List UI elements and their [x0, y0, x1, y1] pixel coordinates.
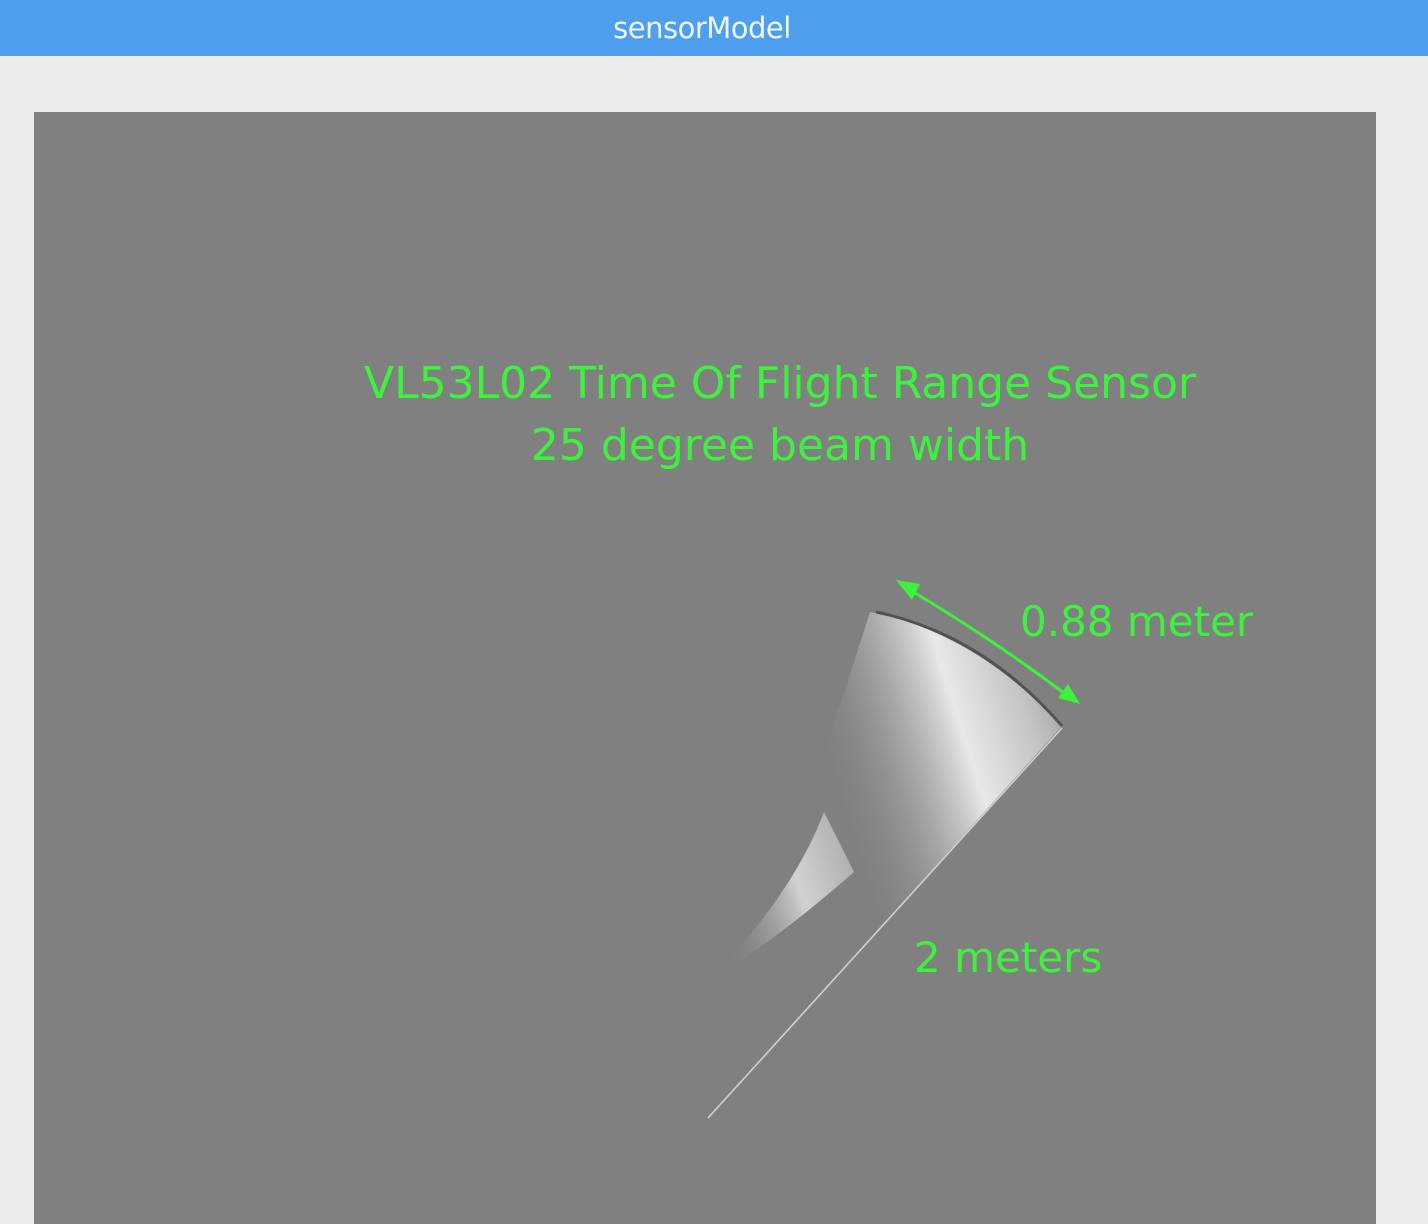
window-title: sensorModel — [613, 11, 791, 45]
scene-subtitle: 25 degree beam width — [531, 420, 1029, 471]
sensor-scene: VL53L02 Time Of Flight Range Sensor 25 d… — [364, 358, 1254, 1119]
beam-width-label: 0.88 meter — [1020, 597, 1254, 646]
range-label: 2 meters — [914, 933, 1102, 982]
window-titlebar: sensorModel — [0, 0, 1428, 56]
scene-title: VL53L02 Time Of Flight Range Sensor — [364, 358, 1197, 409]
sensor-beam-cone — [708, 612, 1062, 1118]
sensor-canvas: VL53L02 Time Of Flight Range Sensor 25 d… — [34, 112, 1376, 1224]
